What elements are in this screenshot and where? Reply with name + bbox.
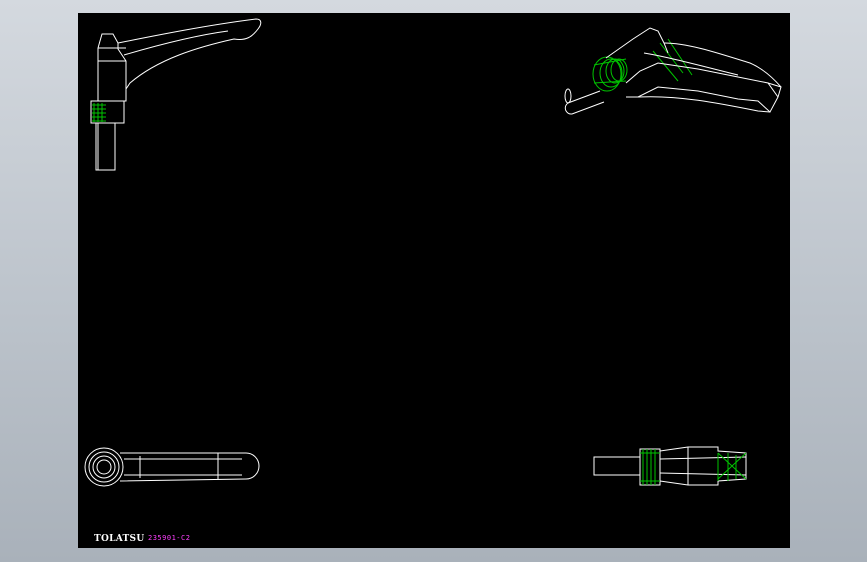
threaded-collar <box>90 100 125 124</box>
end-body <box>659 446 747 486</box>
iso-stud-end <box>564 88 572 104</box>
collar-thread <box>92 103 106 122</box>
iso-lever-top <box>663 42 782 88</box>
hub-bore <box>96 459 112 475</box>
end-collar-thread <box>640 449 660 485</box>
iso-lever-underside <box>637 96 771 113</box>
side-view <box>90 18 262 171</box>
iso-hub-top <box>605 27 669 59</box>
hub-ring <box>92 455 116 479</box>
end-body-line <box>659 456 747 460</box>
end-stud <box>593 456 641 476</box>
lever-contour <box>123 30 229 56</box>
isometric-view <box>564 27 782 115</box>
end-body-line <box>659 472 747 476</box>
part-number-label: 235901-C2 <box>148 534 191 542</box>
hub-block <box>97 33 127 102</box>
iso-lever-body <box>625 62 779 113</box>
drawing-sheet: TOLATSU 235901-C2 <box>78 13 790 548</box>
top-view <box>84 447 260 487</box>
iso-collar-thread <box>592 38 693 92</box>
end-view <box>593 446 747 486</box>
hub-outer-circle <box>84 447 124 487</box>
cad-drawing <box>84 18 782 487</box>
top-lever-outline <box>119 452 260 482</box>
iso-lever-contour <box>643 52 739 76</box>
threaded-stud <box>95 122 116 171</box>
lever-arm <box>117 18 262 90</box>
company-logo: TOLATSU <box>94 534 145 544</box>
